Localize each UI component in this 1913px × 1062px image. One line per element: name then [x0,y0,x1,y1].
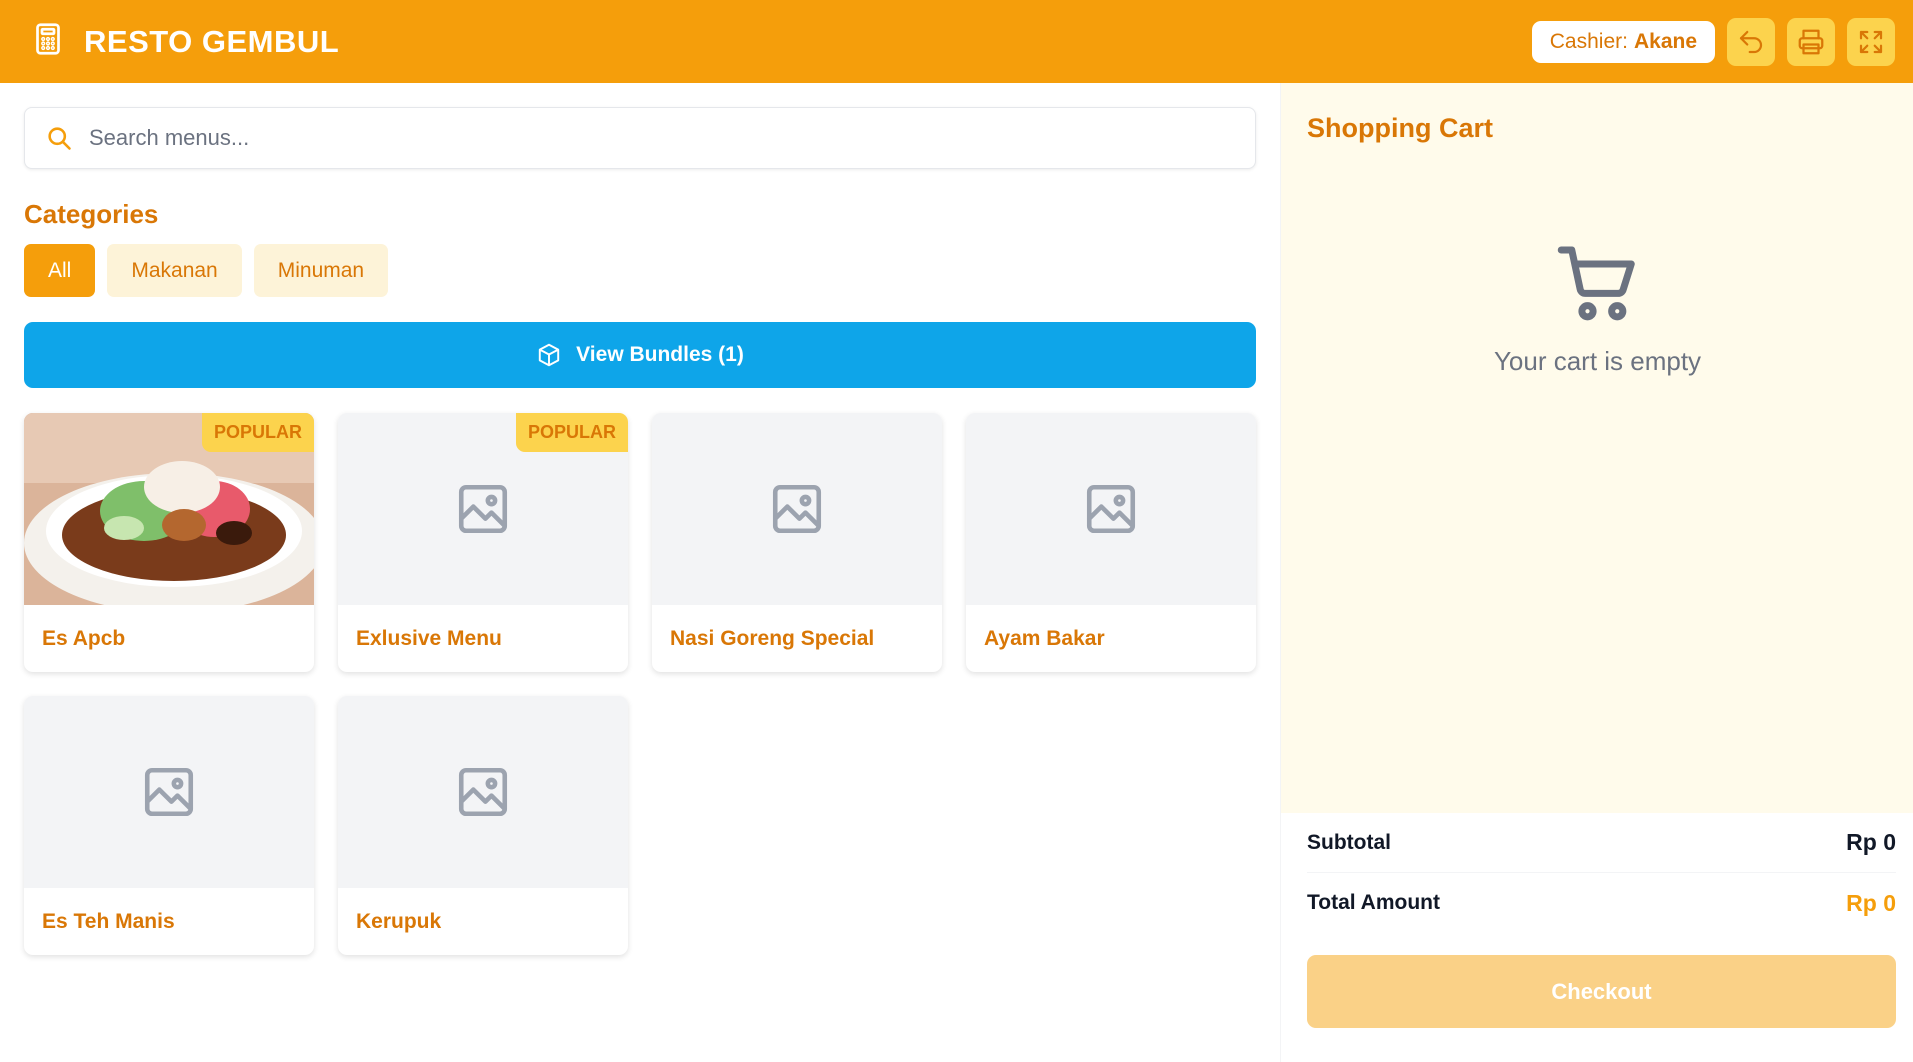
cashier-name: Akane [1633,29,1697,53]
popular-badge: POPULAR [201,413,314,452]
category-filter: All Makanan Minuman [24,244,1256,297]
total-row: Total Amount Rp 0 [1307,873,1896,933]
view-bundles-button[interactable]: View Bundles (1) [24,322,1256,388]
undo-button[interactable] [1727,17,1775,66]
empty-cart-message: Your cart is empty [1493,346,1702,376]
fullscreen-button[interactable] [1847,17,1895,66]
menu-item-card[interactable]: Es Teh Manis [24,696,314,955]
menu-item-name: Nasi Goreng Special [670,626,875,650]
menu-item-name: Es Teh Manis [42,909,175,933]
menu-item-name: Kerupuk [356,909,442,933]
package-icon [538,343,560,367]
brand: RESTO GEMBUL [30,19,339,64]
popular-badge: POPULAR [515,413,628,452]
app-title: RESTO GEMBUL [84,23,340,59]
image-placeholder-icon [338,696,628,888]
menu-item-card[interactable]: Nasi Goreng Special [652,413,942,672]
shopping-cart-panel: Shopping Cart Your cart is empty Subtota… [1280,83,1913,1062]
search-icon [48,127,71,150]
menu-item-card[interactable]: Kerupuk [338,696,628,955]
menu-item-card[interactable]: POPULAR Es Apcb [24,413,314,672]
calculator-icon [30,19,66,64]
menu-item-name: Ayam Bakar [984,626,1105,650]
search-bar [24,107,1256,169]
total-value: Rp 0 [1846,889,1896,916]
top-bar: RESTO GEMBUL Cashier: Akane [0,0,1913,83]
cashier-label: Cashier: [1549,29,1628,53]
image-placeholder-icon [24,696,314,888]
image-placeholder-icon [652,413,942,605]
subtotal-value: Rp 0 [1846,829,1896,855]
category-minuman-button[interactable]: Minuman [253,244,389,297]
image-placeholder-icon [966,413,1256,605]
subtotal-label: Subtotal [1307,830,1391,854]
total-label: Total Amount [1307,891,1440,914]
cashier-badge: Cashier: Akane [1531,20,1715,63]
menu-item-card[interactable]: POPULAR Exlusive Menu [338,413,628,672]
printer-icon [1798,29,1824,54]
fullscreen-icon [1859,30,1883,53]
print-button[interactable] [1787,17,1835,66]
category-makanan-button[interactable]: Makanan [107,244,242,297]
menu-item-card[interactable]: Ayam Bakar [966,413,1256,672]
menu-item-name: Exlusive Menu [356,626,502,650]
menu-grid: POPULAR Es Apcb POPULAR Exlusive Menu Na… [24,413,1256,955]
cart-summary: Subtotal Rp 0 Total Amount Rp 0 Checkout [1281,813,1913,1062]
cart-title: Shopping Cart [1307,113,1493,143]
cart-icon [1557,246,1635,321]
menu-panel: Categories All Makanan Minuman View Bund… [0,83,1280,1062]
undo-icon [1739,30,1763,53]
subtotal-row: Subtotal Rp 0 [1307,813,1896,873]
categories-heading: Categories [24,199,159,229]
empty-cart-state: Your cart is empty [1281,243,1913,377]
menu-item-name: Es Apcb [42,626,126,650]
view-bundles-label: View Bundles (1) [576,343,744,366]
search-input[interactable] [89,125,1235,151]
category-all-button[interactable]: All [24,244,96,297]
checkout-button[interactable]: Checkout [1307,955,1896,1028]
